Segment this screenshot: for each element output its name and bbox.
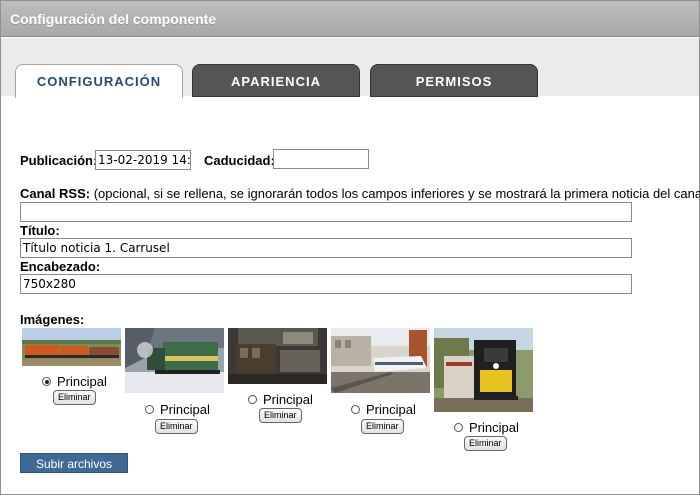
tab-strip: CONFIGURACIÓN APARIENCIA PERMISOS — [1, 38, 699, 98]
titulo-label: Título: — [20, 223, 60, 238]
radio-button[interactable] — [42, 377, 51, 386]
image-5-delete-button[interactable]: Eliminar — [464, 436, 507, 451]
publicacion-label: Publicación: — [20, 153, 98, 168]
rss-hint: (opcional, si se rellena, se ignorarán t… — [93, 186, 700, 201]
image-2-radio[interactable]: Principal — [145, 402, 210, 417]
radio-button[interactable] — [351, 405, 360, 414]
publicacion-field[interactable]: 13-02-2019 14: — [95, 150, 191, 170]
high-speed-train-image — [331, 328, 430, 393]
rss-label: Canal RSS: — [20, 186, 91, 201]
tab-configuracion[interactable]: CONFIGURACIÓN — [15, 64, 183, 98]
yellow-locomotive-image — [434, 328, 533, 412]
rss-label-row: Canal RSS: (opcional, si se rellena, se … — [20, 186, 700, 201]
upload-files-button[interactable]: Subir archivos — [20, 453, 128, 473]
image-5-radio[interactable]: Principal — [454, 420, 519, 435]
freight-train-image — [22, 328, 121, 366]
radio-label: Principal — [160, 402, 210, 417]
titulo-field[interactable]: Título noticia 1. Carrusel — [20, 238, 632, 258]
radio-button[interactable] — [454, 423, 463, 432]
radio-button[interactable] — [145, 405, 154, 414]
image-1-radio[interactable]: Principal — [42, 374, 107, 389]
radio-button[interactable] — [248, 395, 257, 404]
image-3-delete-button[interactable]: Eliminar — [259, 408, 302, 423]
image-4-delete-button[interactable]: Eliminar — [361, 419, 404, 434]
depot-train-image — [228, 328, 327, 384]
image-3-radio[interactable]: Principal — [248, 392, 313, 407]
radio-label: Principal — [469, 420, 519, 435]
image-2-delete-button[interactable]: Eliminar — [155, 419, 198, 434]
encabezado-label: Encabezado: — [20, 259, 101, 274]
radio-label: Principal — [366, 402, 416, 417]
image-4-radio[interactable]: Principal — [351, 402, 416, 417]
component-config-window: Configuración del componente CONFIGURACI… — [0, 0, 700, 495]
imagenes-label: Imágenes: — [20, 312, 85, 327]
snow-locomotive-image — [125, 328, 224, 393]
window-title: Configuración del componente — [1, 1, 699, 37]
caducidad-field[interactable] — [273, 149, 369, 169]
encabezado-field[interactable]: 750x280 — [20, 274, 632, 294]
radio-label: Principal — [263, 392, 313, 407]
image-1-delete-button[interactable]: Eliminar — [53, 390, 96, 405]
radio-label: Principal — [57, 374, 107, 389]
rss-field[interactable] — [20, 202, 632, 222]
caducidad-label: Caducidad: — [204, 153, 275, 168]
tab-permisos[interactable]: PERMISOS — [370, 64, 538, 97]
tab-apariencia[interactable]: APARIENCIA — [192, 64, 360, 97]
